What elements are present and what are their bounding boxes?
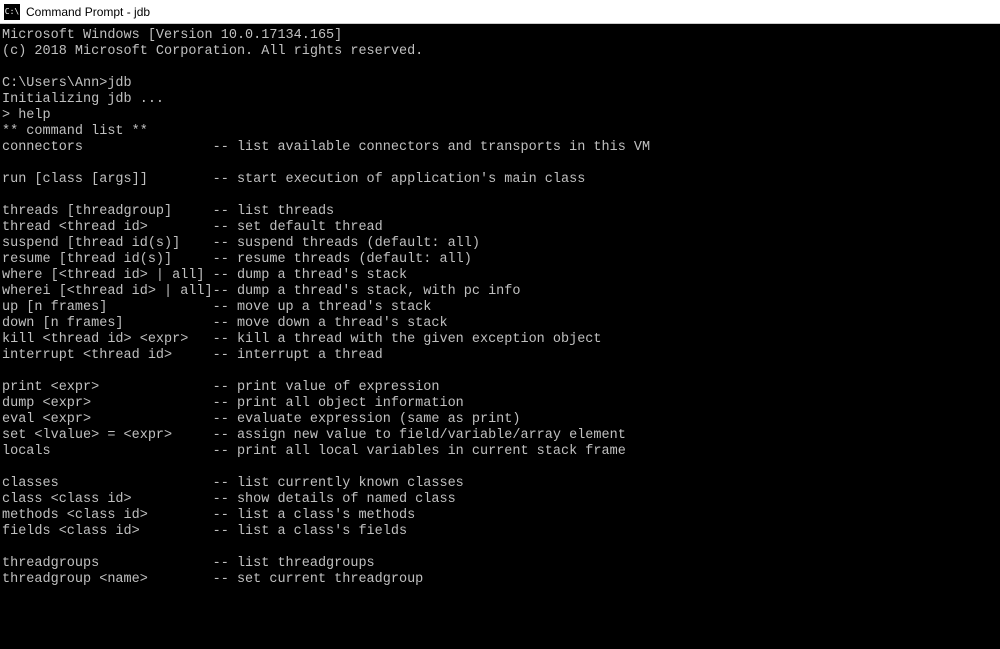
console-line: connectors -- list available connectors …	[2, 140, 998, 156]
console-line: kill <thread id> <expr> -- kill a thread…	[2, 332, 998, 348]
console-line: Initializing jdb ...	[2, 92, 998, 108]
console-line: ** command list **	[2, 124, 998, 140]
console-line: suspend [thread id(s)] -- suspend thread…	[2, 236, 998, 252]
console-line: dump <expr> -- print all object informat…	[2, 396, 998, 412]
console-line: run [class [args]] -- start execution of…	[2, 172, 998, 188]
window-title: Command Prompt - jdb	[26, 5, 150, 19]
console-line-blank	[2, 156, 998, 172]
console-line: up [n frames] -- move up a thread's stac…	[2, 300, 998, 316]
window-titlebar: C:\ Command Prompt - jdb	[0, 0, 1000, 24]
console-line: > help	[2, 108, 998, 124]
console-output[interactable]: Microsoft Windows [Version 10.0.17134.16…	[0, 24, 1000, 649]
console-line: classes -- list currently known classes	[2, 476, 998, 492]
console-line: wherei [<thread id> | all]-- dump a thre…	[2, 284, 998, 300]
console-line: eval <expr> -- evaluate expression (same…	[2, 412, 998, 428]
console-line: interrupt <thread id> -- interrupt a thr…	[2, 348, 998, 364]
console-line: C:\Users\Ann>jdb	[2, 76, 998, 92]
console-line: methods <class id> -- list a class's met…	[2, 508, 998, 524]
console-line-blank	[2, 60, 998, 76]
console-line: threadgroups -- list threadgroups	[2, 556, 998, 572]
console-line: where [<thread id> | all] -- dump a thre…	[2, 268, 998, 284]
console-line: thread <thread id> -- set default thread	[2, 220, 998, 236]
console-line-blank	[2, 460, 998, 476]
console-line: threadgroup <name> -- set current thread…	[2, 572, 998, 588]
console-line: locals -- print all local variables in c…	[2, 444, 998, 460]
console-line-blank	[2, 540, 998, 556]
console-line-blank	[2, 364, 998, 380]
console-line: class <class id> -- show details of name…	[2, 492, 998, 508]
console-line: threads [threadgroup] -- list threads	[2, 204, 998, 220]
console-line: down [n frames] -- move down a thread's …	[2, 316, 998, 332]
console-line: print <expr> -- print value of expressio…	[2, 380, 998, 396]
console-line: resume [thread id(s)] -- resume threads …	[2, 252, 998, 268]
console-line: (c) 2018 Microsoft Corporation. All righ…	[2, 44, 998, 60]
console-line: Microsoft Windows [Version 10.0.17134.16…	[2, 28, 998, 44]
console-line: fields <class id> -- list a class's fiel…	[2, 524, 998, 540]
console-line-blank	[2, 188, 998, 204]
cmd-icon: C:\	[4, 4, 20, 20]
console-line: set <lvalue> = <expr> -- assign new valu…	[2, 428, 998, 444]
